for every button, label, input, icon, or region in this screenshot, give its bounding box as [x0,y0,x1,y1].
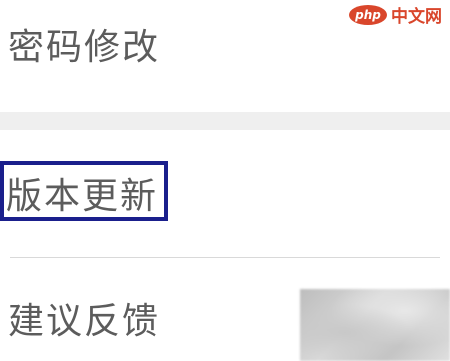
watermark-text: 中文网 [391,7,442,27]
settings-item-label: 版本更新 [6,176,159,217]
settings-item-version-update[interactable]: 版本更新 [0,130,450,258]
settings-item-label: 密码修改 [8,27,161,68]
blurred-image [300,289,450,361]
settings-screen: 密码修改 版本更新 建议反馈 php 中文网 [0,0,450,361]
section-divider [0,112,450,130]
settings-item-label: 建议反馈 [8,301,161,342]
watermark: php 中文网 [349,2,442,27]
php-logo-icon: php [349,4,387,25]
settings-item-feedback[interactable]: 建议反馈 [0,258,450,361]
